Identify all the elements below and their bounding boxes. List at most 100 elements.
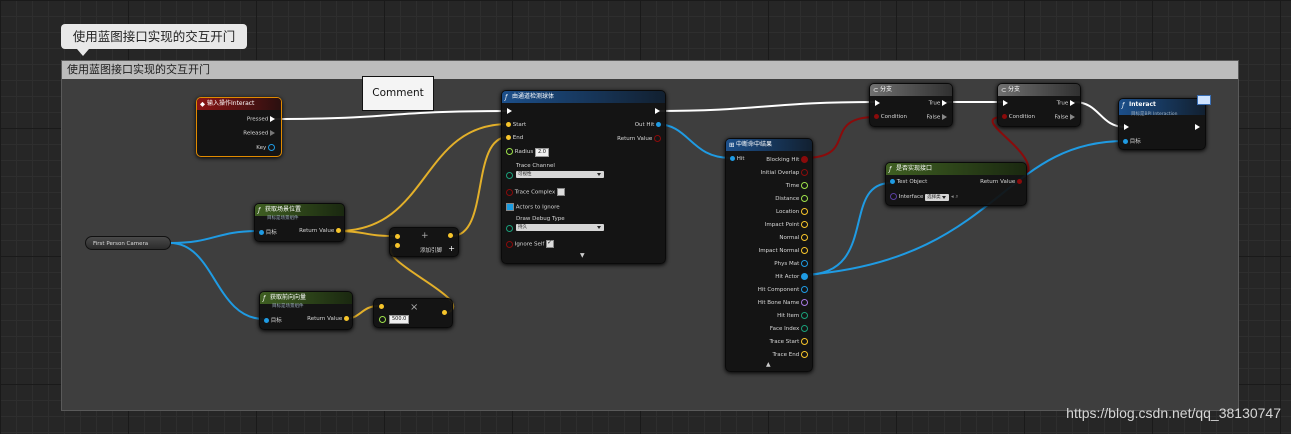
actors-ignore-pin[interactable]: Actors to Ignore (506, 203, 560, 211)
test-object-pin[interactable]: Test Object (890, 179, 927, 185)
get-location-subtitle: 目标是场景组件 (267, 216, 299, 221)
collapse-arrow-icon[interactable]: ▲ (766, 361, 771, 368)
object-pin-icon (259, 230, 264, 235)
input-action-title: 输入操作Interact (207, 100, 255, 107)
branch1-title: 分支 (880, 86, 893, 93)
output-pin-icon (801, 156, 808, 163)
key-pin[interactable]: Key (256, 144, 275, 151)
break-hit-output-pin[interactable]: Hit Actor (775, 273, 808, 280)
struct-pin-icon (268, 144, 275, 151)
interface-pin[interactable]: Interface 选择类 ◂ ⌕ (890, 193, 958, 201)
first-person-camera-node[interactable]: First Person Camera (85, 236, 171, 250)
target-pin[interactable]: 目标 (1123, 137, 1141, 145)
implements-return-pin[interactable]: Return Value (980, 179, 1022, 185)
trace-return-pin[interactable]: Return Value (617, 135, 661, 142)
break-hit-output-pin[interactable]: Time (786, 182, 808, 189)
object-pin-icon (1123, 139, 1128, 144)
exec-in-pin[interactable] (1003, 100, 1008, 106)
false-pin[interactable]: False (1054, 114, 1075, 121)
break-hit-output-pin[interactable]: Distance (775, 195, 808, 202)
sphere-trace-node[interactable]: ƒ 由通道检测球体 Start End Radius 2.0 Trace Cha… (501, 90, 666, 264)
radius-pin[interactable]: Radius 2.0 (506, 148, 549, 157)
false-pin[interactable]: False (926, 114, 947, 121)
browse-icon[interactable]: ◂ ⌕ (951, 194, 959, 200)
break-hit-output-pin[interactable]: Hit Item (777, 312, 808, 319)
exec-in-pin[interactable] (875, 100, 880, 106)
event-icon: ◆ (200, 100, 205, 108)
branch-node-1[interactable]: ⊂ 分支 True Condition False (869, 83, 953, 127)
exec-pin-icon (1070, 114, 1075, 120)
break-hit-output-pin[interactable]: Hit Component (758, 286, 808, 293)
bool-pin-icon (654, 135, 661, 142)
break-hit-output-pin[interactable]: Normal (779, 234, 808, 241)
implements-interface-node[interactable]: ƒ 是否实现接口 Test Object Interface 选择类 ◂ ⌕ R… (885, 162, 1027, 206)
get-location-node[interactable]: ƒ 获取场景位置 目标是场景组件 目标 Return Value (254, 203, 345, 242)
object-wire (803, 182, 892, 276)
trace-channel-label: Trace Channel (516, 163, 555, 169)
get-forward-node[interactable]: ƒ 获取前向向量 目标是场景组件 目标 Return Value (259, 291, 353, 330)
bool-pin-icon (506, 188, 513, 196)
trace-complex-checkbox[interactable] (556, 188, 565, 196)
true-pin[interactable]: True (1057, 100, 1075, 107)
break-hit-output-pin[interactable]: Phys Mat (774, 260, 808, 267)
released-pin[interactable]: Released (243, 130, 275, 137)
target-pin[interactable]: 目标 (264, 316, 282, 324)
return-pin[interactable]: Return Value (307, 316, 349, 322)
function-icon: ƒ (263, 294, 266, 302)
vector-pin-icon (395, 243, 400, 248)
break-hit-output-pin[interactable]: Hit Bone Name (758, 299, 808, 306)
ignore-self-checkbox[interactable] (546, 239, 555, 248)
condition-pin[interactable]: Condition (874, 114, 907, 120)
break-hit-output-pin[interactable]: Face Index (770, 325, 808, 332)
add-pin-button[interactable]: 添加引脚 (420, 246, 442, 254)
target-pin[interactable]: 目标 (259, 228, 277, 236)
radius-field[interactable]: 2.0 (534, 148, 549, 157)
function-icon: ƒ (505, 93, 508, 101)
object-wire (169, 242, 265, 320)
expand-arrow-icon[interactable]: ▼ (580, 252, 585, 259)
exec-out-pin[interactable] (655, 108, 660, 114)
condition-pin[interactable]: Condition (1002, 114, 1035, 120)
break-hit-output-pin[interactable]: Location (776, 208, 808, 215)
multiply-node[interactable]: 500.0 × (373, 298, 453, 328)
function-icon: ƒ (258, 206, 261, 214)
interface-dropdown[interactable]: 选择类 (925, 194, 950, 201)
break-hit-output-pin[interactable]: Blocking Hit (766, 156, 808, 163)
vector-pin-icon (506, 135, 511, 140)
return-pin[interactable]: Return Value (299, 228, 341, 234)
branch-node-2[interactable]: ⊂ 分支 True Condition False (997, 83, 1081, 127)
branch-icon: ⊂ (873, 86, 879, 94)
ignore-self-pin[interactable]: Ignore Self (506, 239, 555, 248)
end-pin[interactable]: End (506, 135, 523, 141)
multiply-value-field[interactable]: 500.0 (389, 315, 410, 324)
break-hit-output-pin[interactable]: Initial Overlap (761, 169, 808, 176)
draw-debug-dropdown[interactable]: 持久 (516, 224, 604, 231)
trace-channel-dropdown[interactable]: 可视性 (516, 171, 604, 178)
exec-in-pin[interactable] (507, 108, 512, 114)
break-hit-result-node[interactable]: ⊞ 中断命中结果 Hit Blocking Hit Initial Overla… (725, 138, 813, 372)
input-action-node[interactable]: ◆ 输入操作Interact Pressed Released Key (196, 97, 282, 157)
output-pin-icon (801, 208, 808, 215)
sphere-trace-title: 由通道检测球体 (512, 93, 555, 100)
array-pin-icon (506, 203, 514, 211)
exec-in-pin[interactable] (1124, 124, 1129, 130)
start-pin[interactable]: Start (506, 122, 526, 128)
enum-pin-icon (506, 225, 513, 232)
trace-complex-pin[interactable]: Trace Complex (506, 188, 565, 196)
exec-out-pin[interactable] (1195, 124, 1200, 130)
interact-message-node[interactable]: ƒ Interact 目标是BPI Interaction 目标 (1118, 98, 1206, 150)
interact-subtitle: 目标是BPI Interaction (1131, 112, 1178, 117)
break-hit-output-pin[interactable]: Trace End (772, 351, 808, 358)
out-hit-pin[interactable]: Out Hit (635, 122, 661, 128)
object-pin-icon (890, 179, 895, 184)
break-hit-output-pin[interactable]: Trace Start (769, 338, 808, 345)
struct-icon: ⊞ (729, 141, 735, 149)
break-hit-output-pin[interactable]: Impact Point (765, 221, 808, 228)
add-pin-icon[interactable]: + (448, 244, 455, 253)
exec-pin-icon (270, 130, 275, 136)
pressed-pin[interactable]: Pressed (247, 116, 275, 123)
break-hit-output-pin[interactable]: Impact Normal (759, 247, 808, 254)
hit-input-pin[interactable]: Hit (730, 156, 745, 162)
true-pin[interactable]: True (929, 100, 947, 107)
vector-add-node[interactable]: + 添加引脚 + (389, 227, 459, 257)
